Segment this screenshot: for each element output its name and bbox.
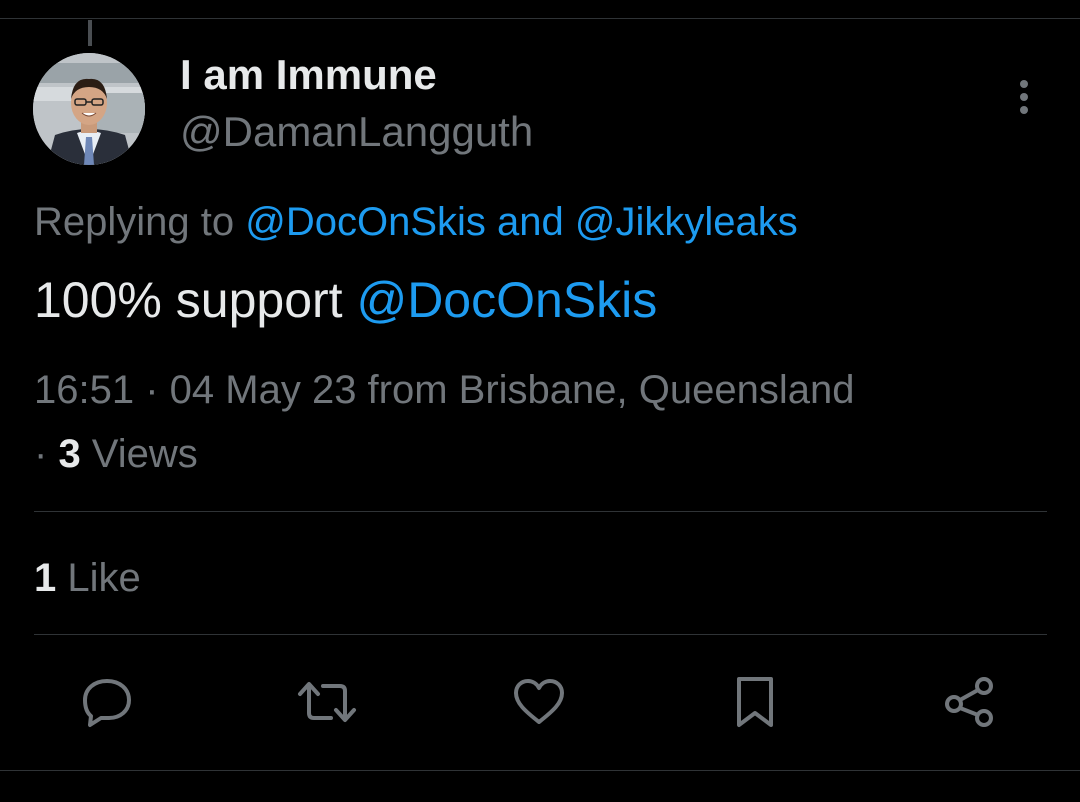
like-button[interactable]	[507, 670, 571, 734]
tweet-time[interactable]: 16:51	[34, 368, 134, 412]
tweet-detail-screen: I am Immune @DamanLangguth Replying to @…	[0, 0, 1080, 802]
bookmark-icon	[737, 677, 773, 727]
stats-bottom-divider	[34, 634, 1047, 635]
avatar[interactable]	[33, 53, 145, 165]
share-icon	[945, 677, 993, 727]
tweet-text-body: 100% support	[34, 272, 357, 328]
views-separator: ·	[34, 432, 59, 476]
replying-to-line: Replying to @DocOnSkis and @Jikkyleaks	[34, 196, 798, 248]
reply-mention-jikkyleaks[interactable]: @Jikkyleaks	[575, 200, 798, 244]
retweet-icon	[298, 682, 356, 722]
avatar-image	[33, 53, 145, 165]
share-button[interactable]	[938, 670, 1002, 734]
like-icon	[514, 679, 564, 724]
reply-and-connector[interactable]: and	[486, 200, 575, 244]
reply-icon	[83, 679, 131, 727]
author-display-name[interactable]: I am Immune	[180, 50, 437, 100]
likes-count: 1	[34, 556, 57, 600]
thread-connector-line	[88, 20, 92, 46]
views-label: Views	[80, 432, 198, 476]
likes-stat[interactable]: 1 Like	[34, 552, 141, 604]
tweet-meta: 16:51 · 04 May 23 from Brisbane, Queensl…	[34, 358, 1054, 486]
reply-mention-doconskis[interactable]: @DocOnSkis	[245, 200, 486, 244]
replying-to-label: Replying to	[34, 200, 246, 244]
views-count: 3	[58, 432, 81, 476]
bottom-divider	[0, 770, 1080, 771]
tweet-mention-doconskis[interactable]: @DocOnSkis	[356, 272, 657, 328]
bookmark-button[interactable]	[723, 670, 787, 734]
tweet-date[interactable]: 04 May 23	[170, 368, 357, 412]
more-options-button[interactable]	[1004, 74, 1044, 120]
tweet-text: 100% support @DocOnSkis	[34, 270, 657, 330]
meta-separator: ·	[134, 368, 170, 412]
top-divider	[0, 18, 1080, 19]
more-vertical-icon	[1020, 80, 1028, 114]
likes-label: Like	[56, 556, 141, 600]
tweet-location: from Brisbane, Queensland	[356, 368, 855, 412]
retweet-button[interactable]	[295, 670, 359, 734]
author-handle[interactable]: @DamanLangguth	[180, 106, 533, 158]
reply-button[interactable]	[75, 670, 139, 734]
stats-top-divider	[34, 511, 1047, 512]
